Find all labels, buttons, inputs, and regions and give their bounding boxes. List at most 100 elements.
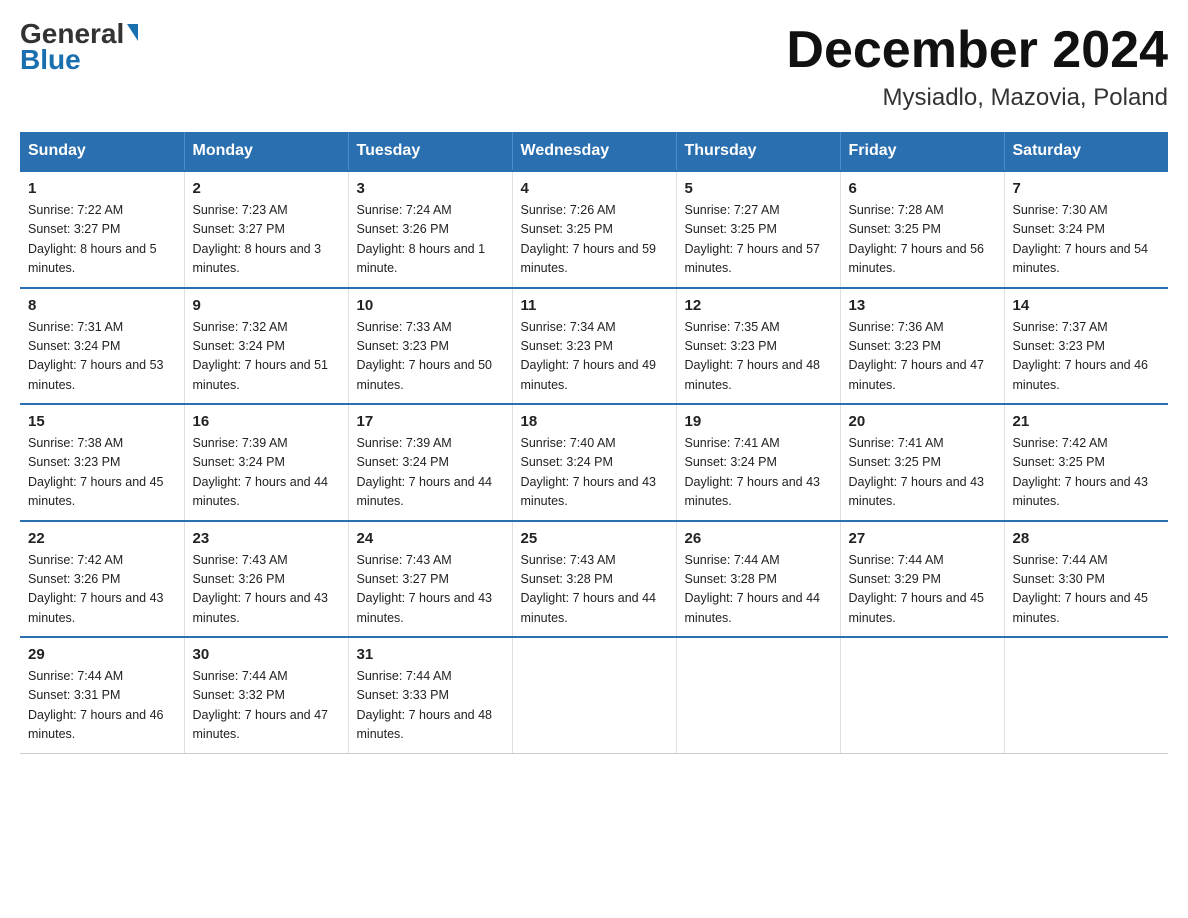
- day-info: Sunrise: 7:39 AMSunset: 3:24 PMDaylight:…: [193, 434, 340, 512]
- header-monday: Monday: [184, 132, 348, 171]
- day-number: 26: [685, 530, 832, 547]
- calendar-day-20: 20 Sunrise: 7:41 AMSunset: 3:25 PMDayligh…: [840, 404, 1004, 521]
- day-number: 23: [193, 530, 340, 547]
- day-info: Sunrise: 7:44 AMSunset: 3:28 PMDaylight:…: [685, 551, 832, 629]
- day-info: Sunrise: 7:42 AMSunset: 3:26 PMDaylight:…: [28, 551, 176, 629]
- calendar-day-13: 13 Sunrise: 7:36 AMSunset: 3:23 PMDayligh…: [840, 288, 1004, 405]
- calendar-table: SundayMondayTuesdayWednesdayThursdayFrid…: [20, 132, 1168, 754]
- day-number: 7: [1013, 180, 1161, 197]
- calendar-day-12: 12 Sunrise: 7:35 AMSunset: 3:23 PMDayligh…: [676, 288, 840, 405]
- calendar-day-5: 5 Sunrise: 7:27 AMSunset: 3:25 PMDaylight…: [676, 171, 840, 288]
- day-number: 31: [357, 646, 504, 663]
- day-info: Sunrise: 7:40 AMSunset: 3:24 PMDaylight:…: [521, 434, 668, 512]
- day-info: Sunrise: 7:35 AMSunset: 3:23 PMDaylight:…: [685, 318, 832, 396]
- calendar-day-25: 25Sunrise: 7:43 AMSunset: 3:28 PMDayligh…: [512, 521, 676, 638]
- day-info: Sunrise: 7:27 AMSunset: 3:25 PMDaylight:…: [685, 201, 832, 279]
- day-number: 29: [28, 646, 176, 663]
- calendar-day-10: 10 Sunrise: 7:33 AMSunset: 3:23 PMDayligh…: [348, 288, 512, 405]
- day-number: 19: [685, 413, 832, 430]
- calendar-day-7: 7 Sunrise: 7:30 AMSunset: 3:24 PMDaylight…: [1004, 171, 1168, 288]
- day-info: Sunrise: 7:41 AMSunset: 3:25 PMDaylight:…: [849, 434, 996, 512]
- calendar-day-8: 8 Sunrise: 7:31 AMSunset: 3:24 PMDaylight…: [20, 288, 184, 405]
- header-saturday: Saturday: [1004, 132, 1168, 171]
- day-number: 13: [849, 297, 996, 314]
- day-number: 28: [1013, 530, 1161, 547]
- day-info: Sunrise: 7:43 AMSunset: 3:28 PMDaylight:…: [521, 551, 668, 629]
- day-info: Sunrise: 7:44 AMSunset: 3:33 PMDaylight:…: [357, 667, 504, 745]
- calendar-day-9: 9 Sunrise: 7:32 AMSunset: 3:24 PMDaylight…: [184, 288, 348, 405]
- day-info: Sunrise: 7:42 AMSunset: 3:25 PMDaylight:…: [1013, 434, 1161, 512]
- calendar-day-31: 31 Sunrise: 7:44 AMSunset: 3:33 PMDayligh…: [348, 637, 512, 753]
- day-number: 17: [357, 413, 504, 430]
- calendar-day-1: 1Sunrise: 7:22 AMSunset: 3:27 PMDaylight…: [20, 171, 184, 288]
- day-number: 6: [849, 180, 996, 197]
- month-title: December 2024: [786, 20, 1168, 80]
- calendar-week-row: 29 Sunrise: 7:44 AMSunset: 3:31 PMDayligh…: [20, 637, 1168, 753]
- title-block: December 2024 Mysiadlo, Mazovia, Poland: [786, 20, 1168, 112]
- calendar-week-row: 1Sunrise: 7:22 AMSunset: 3:27 PMDaylight…: [20, 171, 1168, 288]
- calendar-day-16: 16 Sunrise: 7:39 AMSunset: 3:24 PMDayligh…: [184, 404, 348, 521]
- day-number: 11: [521, 297, 668, 314]
- calendar-week-row: 8 Sunrise: 7:31 AMSunset: 3:24 PMDaylight…: [20, 288, 1168, 405]
- day-number: 22: [28, 530, 176, 547]
- day-info: Sunrise: 7:44 AMSunset: 3:29 PMDaylight:…: [849, 551, 996, 629]
- logo-arrow-icon: [127, 24, 138, 41]
- day-info: Sunrise: 7:31 AMSunset: 3:24 PMDaylight:…: [28, 318, 176, 396]
- calendar-day-empty: [676, 637, 840, 753]
- calendar-day-18: 18 Sunrise: 7:40 AMSunset: 3:24 PMDayligh…: [512, 404, 676, 521]
- calendar-day-14: 14Sunrise: 7:37 AMSunset: 3:23 PMDayligh…: [1004, 288, 1168, 405]
- day-number: 14: [1013, 297, 1161, 314]
- day-info: Sunrise: 7:33 AMSunset: 3:23 PMDaylight:…: [357, 318, 504, 396]
- day-number: 3: [357, 180, 504, 197]
- day-info: Sunrise: 7:44 AMSunset: 3:31 PMDaylight:…: [28, 667, 176, 745]
- header-friday: Friday: [840, 132, 1004, 171]
- day-number: 16: [193, 413, 340, 430]
- day-info: Sunrise: 7:38 AMSunset: 3:23 PMDaylight:…: [28, 434, 176, 512]
- day-number: 12: [685, 297, 832, 314]
- day-number: 10: [357, 297, 504, 314]
- calendar-day-27: 27 Sunrise: 7:44 AMSunset: 3:29 PMDayligh…: [840, 521, 1004, 638]
- day-info: Sunrise: 7:24 AMSunset: 3:26 PMDaylight:…: [357, 201, 504, 279]
- day-number: 18: [521, 413, 668, 430]
- calendar-day-11: 11 Sunrise: 7:34 AMSunset: 3:23 PMDayligh…: [512, 288, 676, 405]
- day-number: 5: [685, 180, 832, 197]
- calendar-day-23: 23Sunrise: 7:43 AMSunset: 3:26 PMDayligh…: [184, 521, 348, 638]
- calendar-day-empty: [1004, 637, 1168, 753]
- calendar-day-6: 6 Sunrise: 7:28 AMSunset: 3:25 PMDaylight…: [840, 171, 1004, 288]
- page-header: General Blue December 2024 Mysiadlo, Maz…: [20, 20, 1168, 112]
- day-info: Sunrise: 7:43 AMSunset: 3:27 PMDaylight:…: [357, 551, 504, 629]
- day-info: Sunrise: 7:22 AMSunset: 3:27 PMDaylight:…: [28, 201, 176, 279]
- header-tuesday: Tuesday: [348, 132, 512, 171]
- day-info: Sunrise: 7:39 AMSunset: 3:24 PMDaylight:…: [357, 434, 504, 512]
- header-thursday: Thursday: [676, 132, 840, 171]
- day-number: 8: [28, 297, 176, 314]
- calendar-header-row: SundayMondayTuesdayWednesdayThursdayFrid…: [20, 132, 1168, 171]
- day-info: Sunrise: 7:30 AMSunset: 3:24 PMDaylight:…: [1013, 201, 1161, 279]
- calendar-day-22: 22 Sunrise: 7:42 AMSunset: 3:26 PMDayligh…: [20, 521, 184, 638]
- day-info: Sunrise: 7:23 AMSunset: 3:27 PMDaylight:…: [193, 201, 340, 279]
- day-info: Sunrise: 7:41 AMSunset: 3:24 PMDaylight:…: [685, 434, 832, 512]
- day-number: 21: [1013, 413, 1161, 430]
- day-number: 4: [521, 180, 668, 197]
- day-info: Sunrise: 7:26 AMSunset: 3:25 PMDaylight:…: [521, 201, 668, 279]
- day-number: 20: [849, 413, 996, 430]
- calendar-day-19: 19 Sunrise: 7:41 AMSunset: 3:24 PMDayligh…: [676, 404, 840, 521]
- day-info: Sunrise: 7:44 AMSunset: 3:32 PMDaylight:…: [193, 667, 340, 745]
- day-info: Sunrise: 7:34 AMSunset: 3:23 PMDaylight:…: [521, 318, 668, 396]
- day-info: Sunrise: 7:36 AMSunset: 3:23 PMDaylight:…: [849, 318, 996, 396]
- calendar-day-26: 26 Sunrise: 7:44 AMSunset: 3:28 PMDayligh…: [676, 521, 840, 638]
- calendar-day-29: 29 Sunrise: 7:44 AMSunset: 3:31 PMDayligh…: [20, 637, 184, 753]
- day-info: Sunrise: 7:32 AMSunset: 3:24 PMDaylight:…: [193, 318, 340, 396]
- day-number: 24: [357, 530, 504, 547]
- calendar-day-21: 21 Sunrise: 7:42 AMSunset: 3:25 PMDayligh…: [1004, 404, 1168, 521]
- day-number: 9: [193, 297, 340, 314]
- day-number: 15: [28, 413, 176, 430]
- logo: General Blue: [20, 20, 138, 76]
- calendar-day-2: 2Sunrise: 7:23 AMSunset: 3:27 PMDaylight…: [184, 171, 348, 288]
- calendar-day-15: 15 Sunrise: 7:38 AMSunset: 3:23 PMDayligh…: [20, 404, 184, 521]
- logo-blue: Blue: [20, 44, 81, 76]
- day-number: 30: [193, 646, 340, 663]
- header-sunday: Sunday: [20, 132, 184, 171]
- day-info: Sunrise: 7:28 AMSunset: 3:25 PMDaylight:…: [849, 201, 996, 279]
- day-number: 27: [849, 530, 996, 547]
